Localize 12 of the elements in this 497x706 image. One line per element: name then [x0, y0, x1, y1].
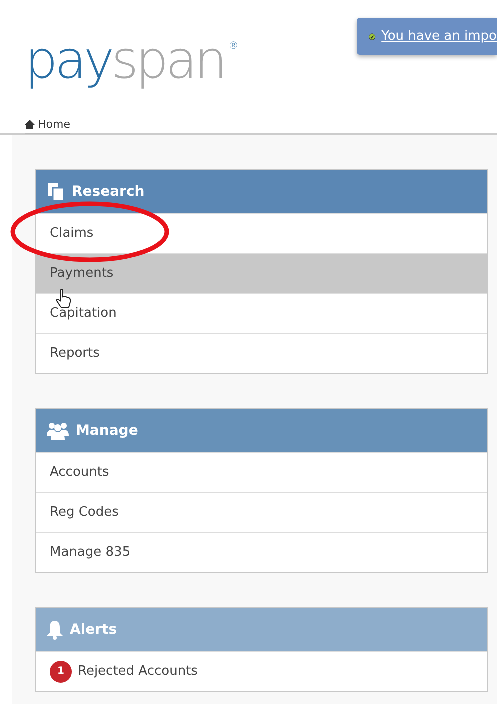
home-icon [25, 120, 35, 129]
count-badge: 1 [50, 660, 72, 682]
users-icon [47, 422, 69, 440]
hand-cursor-icon [56, 289, 72, 309]
documents-icon [47, 182, 65, 202]
bell-icon [47, 620, 63, 640]
payspan-logo: payspan® [25, 30, 239, 93]
panel-title: Alerts [70, 622, 118, 638]
panel-title: Research [72, 184, 145, 200]
panel-title: Manage [76, 422, 138, 438]
menu-item[interactable]: Payments [36, 253, 487, 293]
home-link[interactable]: Home [25, 118, 70, 134]
